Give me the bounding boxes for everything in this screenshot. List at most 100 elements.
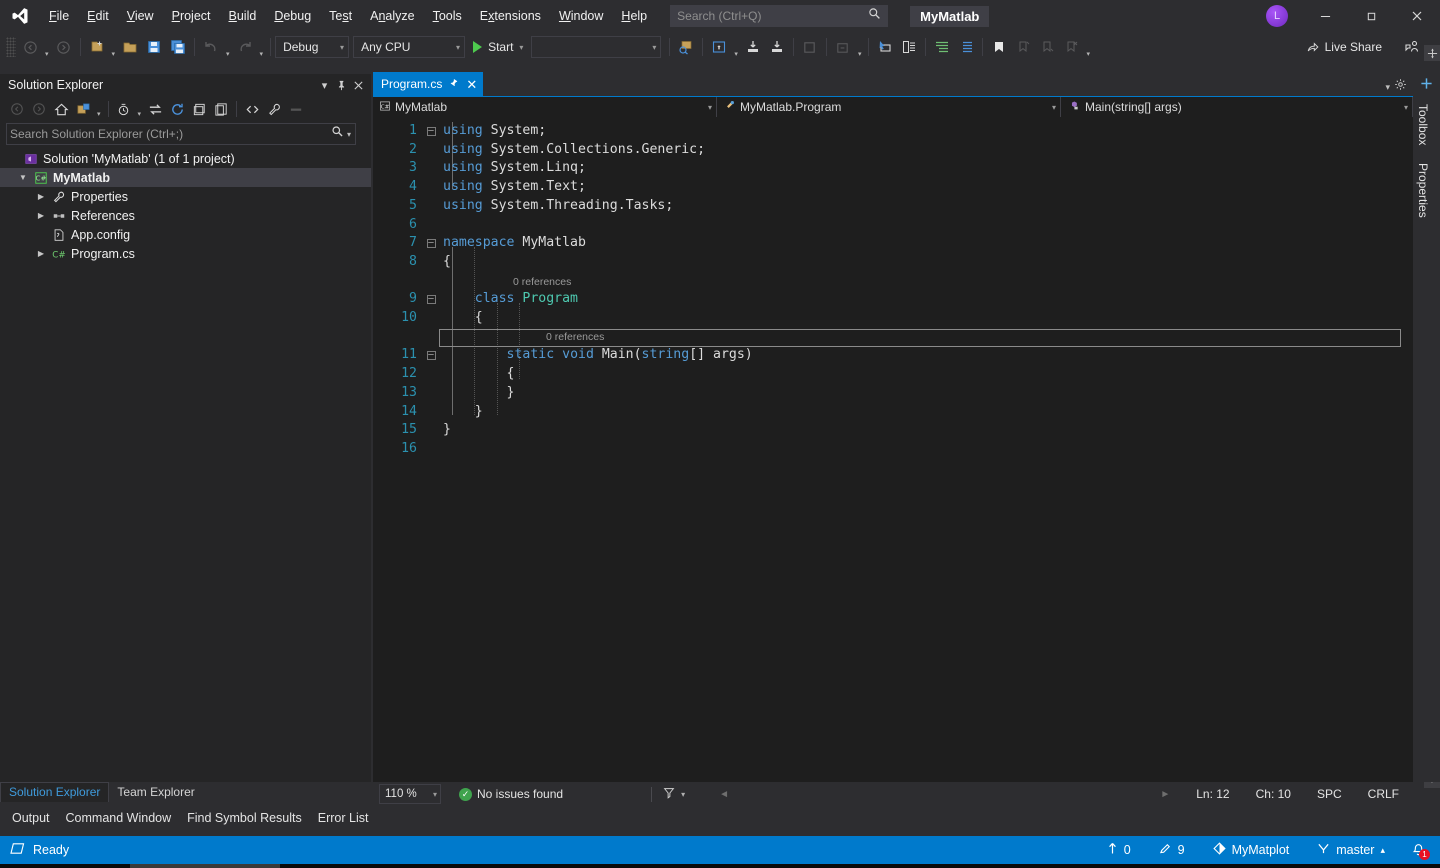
taskbar-item[interactable]: [130, 864, 280, 868]
tree-item-program-cs[interactable]: ▶ C# Program.cs: [0, 244, 371, 263]
tab-command-window[interactable]: Command Window: [58, 809, 180, 827]
preview-selected-items-icon[interactable]: [285, 98, 307, 120]
outlining-collapse-icon[interactable]: –: [425, 122, 437, 141]
back-icon[interactable]: [6, 98, 28, 120]
tree-item-properties[interactable]: ▶ Properties: [0, 187, 371, 206]
menu-debug[interactable]: Debug: [265, 0, 320, 32]
redo-dropdown-icon[interactable]: ▾: [257, 50, 267, 58]
properties-icon[interactable]: [263, 98, 285, 120]
step-into-icon[interactable]: [741, 35, 765, 59]
bookmark-icon[interactable]: [987, 35, 1011, 59]
increase-indent-icon[interactable]: [930, 35, 954, 59]
notifications-button[interactable]: 1: [1408, 841, 1430, 860]
document-tab-program-cs[interactable]: Program.cs ✕: [373, 72, 484, 96]
undo-icon[interactable]: [199, 35, 223, 59]
collapse-all-icon[interactable]: [188, 98, 210, 120]
select-window-dropdown-icon[interactable]: ▾: [731, 50, 741, 58]
branch-indicator[interactable]: master ▴: [1312, 839, 1390, 861]
solution-platform-combo[interactable]: Any CPU ▾: [353, 36, 466, 58]
indentation-indicator[interactable]: SPC: [1317, 787, 1342, 801]
close-icon[interactable]: ✕: [466, 78, 477, 91]
tree-item-mymatlab[interactable]: ▼ C# MyMatlab: [0, 168, 371, 187]
menu-extensions[interactable]: Extensions: [471, 0, 550, 32]
gear-icon[interactable]: [1394, 78, 1407, 96]
close-button[interactable]: [1394, 0, 1440, 32]
tab-find-symbol-results[interactable]: Find Symbol Results: [179, 809, 310, 827]
repository-indicator[interactable]: MyMatplot: [1208, 839, 1295, 861]
add-panel-icon[interactable]: [1413, 72, 1440, 94]
chevron-down-icon[interactable]: ▾: [316, 76, 333, 94]
view-code-icon[interactable]: [241, 98, 263, 120]
chevron-down-icon[interactable]: ▾: [1385, 82, 1390, 93]
pin-icon[interactable]: [449, 77, 459, 91]
solution-explorer-search[interactable]: ▾: [6, 123, 356, 145]
select-window-icon[interactable]: [707, 35, 731, 59]
show-all-files-icon[interactable]: [210, 98, 232, 120]
pending-changes-indicator[interactable]: 9: [1154, 839, 1190, 861]
menu-tools[interactable]: Tools: [424, 0, 471, 32]
codelens-references[interactable]: 0 references: [546, 328, 604, 347]
save-all-icon[interactable]: [166, 35, 190, 59]
tab-error-list[interactable]: Error List: [310, 809, 377, 827]
pointer-icon[interactable]: [873, 35, 897, 59]
decrease-indent-icon[interactable]: [954, 35, 978, 59]
clear-bookmarks-icon[interactable]: [1059, 35, 1083, 59]
menu-view[interactable]: View: [118, 0, 163, 32]
toolbar-overflow-icon[interactable]: ▾: [1083, 50, 1093, 58]
menu-file[interactable]: File: [40, 0, 78, 32]
history-dropdown-icon[interactable]: ▾: [135, 110, 145, 118]
scroll-right-icon[interactable]: ►: [1160, 789, 1170, 800]
refresh-icon[interactable]: [166, 98, 188, 120]
share-session-icon[interactable]: [1400, 35, 1424, 59]
tree-item-solution[interactable]: Solution 'MyMatlab' (1 of 1 project): [0, 149, 371, 168]
close-icon[interactable]: [350, 76, 367, 94]
expander-collapsed-icon[interactable]: ▶: [32, 249, 50, 258]
attach-process-icon[interactable]: [674, 35, 698, 59]
navigate-back-icon[interactable]: [18, 35, 42, 59]
live-share-button[interactable]: Live Share: [1298, 37, 1390, 57]
previous-bookmark-icon[interactable]: [1011, 35, 1035, 59]
search-input[interactable]: [677, 9, 869, 23]
forward-icon[interactable]: [28, 98, 50, 120]
tab-output[interactable]: Output: [4, 809, 58, 827]
new-project-dropdown-icon[interactable]: ▾: [109, 50, 119, 58]
pending-changes-dropdown-icon[interactable]: ▾: [94, 110, 104, 118]
toolbar-grip[interactable]: [6, 37, 16, 57]
code-editor[interactable]: 1 2 3 4 5 6 7 8 9 10 11 12 13 14 15 16 –…: [373, 117, 1413, 760]
comment-icon[interactable]: [897, 35, 921, 59]
restart-dropdown-icon[interactable]: ▾: [855, 50, 865, 58]
redo-icon[interactable]: [233, 35, 257, 59]
tree-item-references[interactable]: ▶ References: [0, 206, 371, 225]
expander-expanded-icon[interactable]: ▼: [14, 173, 32, 182]
minimize-button[interactable]: [1302, 0, 1348, 32]
tree-item-app-config[interactable]: App.config: [0, 225, 371, 244]
restart-icon[interactable]: [831, 35, 855, 59]
zoom-level-combo[interactable]: 110 % ▾: [379, 784, 441, 804]
new-project-icon[interactable]: [85, 35, 109, 59]
nav-type-dropdown[interactable]: MyMatlab.Program ▾: [717, 97, 1061, 117]
scroll-left-icon[interactable]: ◄: [719, 789, 729, 800]
navigate-forward-icon[interactable]: [52, 35, 76, 59]
solution-configuration-combo[interactable]: Debug ▾: [275, 36, 350, 58]
menu-build[interactable]: Build: [220, 0, 266, 32]
avatar[interactable]: L: [1266, 5, 1288, 27]
start-debug-button[interactable]: Start ▾: [469, 35, 527, 59]
back-dropdown-icon[interactable]: ▾: [42, 50, 52, 58]
quick-launch-search[interactable]: [670, 5, 889, 27]
tab-solution-explorer[interactable]: Solution Explorer: [0, 782, 110, 802]
pending-changes-icon[interactable]: [72, 98, 94, 120]
search-solution-input[interactable]: [10, 127, 331, 141]
tab-team-explorer[interactable]: Team Explorer: [109, 783, 202, 802]
vertical-tab-toolbox[interactable]: Toolbox: [1416, 96, 1430, 153]
expander-collapsed-icon[interactable]: ▶: [32, 211, 50, 220]
chevron-down-icon[interactable]: ▾: [344, 130, 351, 139]
stop-icon[interactable]: [798, 35, 822, 59]
menu-edit[interactable]: Edit: [78, 0, 118, 32]
expander-collapsed-icon[interactable]: ▶: [32, 192, 50, 201]
save-icon[interactable]: [142, 35, 166, 59]
outgoing-commits-indicator[interactable]: 0: [1102, 839, 1136, 861]
chevron-down-icon[interactable]: ▾: [676, 790, 685, 799]
outlining-collapse-icon[interactable]: –: [425, 234, 437, 253]
menu-help[interactable]: Help: [612, 0, 656, 32]
issue-filter-icon[interactable]: [662, 786, 676, 803]
